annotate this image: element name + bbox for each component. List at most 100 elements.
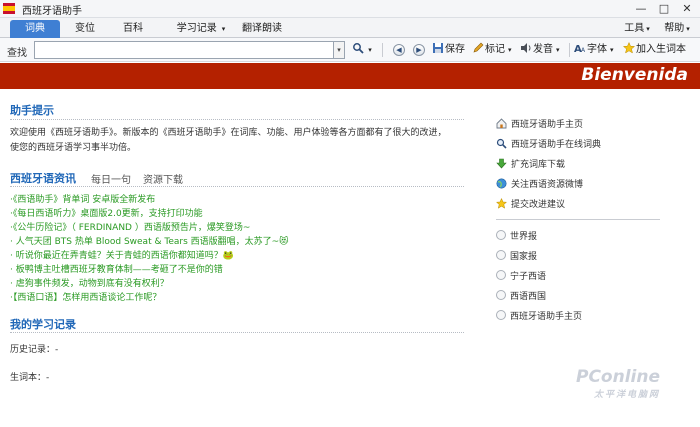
- maximize-button[interactable]: □: [653, 1, 675, 16]
- font-button[interactable]: A A 字体 ▾: [574, 42, 614, 58]
- tab-daily-sentence[interactable]: 每日一句: [91, 171, 131, 186]
- save-button[interactable]: 保存: [432, 42, 465, 58]
- link-label: 关注西语资源微博: [511, 180, 584, 190]
- add-vocab-label: 加入生词本: [636, 44, 686, 55]
- divider: [10, 119, 464, 120]
- option-label: 西班牙语助手主页: [510, 312, 583, 322]
- option-spanish-spain[interactable]: 西语西国: [496, 290, 546, 304]
- speaker-icon: [521, 43, 531, 53]
- option-el-mundo[interactable]: 世界报: [496, 230, 537, 244]
- tips-text: 欢迎使用《西班牙语助手》。新版本的《西班牙语助手》在词库、功能、用户体验等各方面…: [10, 126, 447, 156]
- pencil-icon: [473, 42, 484, 53]
- add-vocab-button[interactable]: 加入生词本: [623, 42, 686, 58]
- menu-bar: 词典 变位 百科 学习记录 ▾ 翻译朗读 工具 ▾ 帮助 ▾: [0, 18, 700, 38]
- link-online-dictionary[interactable]: 西班牙语助手在线词典: [496, 138, 601, 152]
- news-item[interactable]: · 人气天团 BTS 热单 Blood Sweat & Tears 西语版翻唱，…: [10, 235, 289, 249]
- window-title: 西班牙语助手: [22, 6, 82, 17]
- toolbar-divider: [382, 43, 383, 57]
- tab-label: 翻译朗读: [242, 23, 282, 34]
- minimize-button[interactable]: —: [630, 1, 652, 16]
- download-icon: [496, 158, 507, 169]
- toolbar-divider: [569, 43, 570, 57]
- welcome-banner: Bienvenida: [0, 63, 700, 89]
- tab-dictionary[interactable]: 词典: [10, 20, 60, 38]
- search-icon: [353, 43, 364, 54]
- chevron-down-icon: ▾: [508, 46, 512, 54]
- chevron-down-icon: ▾: [610, 46, 614, 54]
- tab-translate-read[interactable]: 翻译朗读: [240, 20, 284, 38]
- forward-button[interactable]: ▶: [413, 44, 425, 56]
- search-input[interactable]: [34, 41, 334, 59]
- mark-label: 标记: [485, 44, 505, 55]
- menu-help-label: 帮助: [664, 23, 685, 34]
- tab-conjugation[interactable]: 变位: [70, 20, 100, 38]
- radio-button[interactable]: [496, 290, 506, 300]
- option-assistant-home[interactable]: 西班牙语助手主页: [496, 310, 582, 324]
- radio-button[interactable]: [496, 230, 506, 240]
- tab-resource-download[interactable]: 资源下载: [143, 171, 183, 186]
- search-history-dropdown[interactable]: ▾: [334, 41, 345, 59]
- option-label: 西语西国: [510, 292, 547, 302]
- divider: [10, 186, 464, 187]
- tips-line: 欢迎使用《西班牙语助手》。新版本的《西班牙语助手》在词库、功能、用户体验等各方面…: [10, 128, 447, 138]
- home-icon: [496, 118, 507, 129]
- link-feedback[interactable]: 提交改进建议: [496, 198, 565, 212]
- radio-button[interactable]: [496, 250, 506, 260]
- close-button[interactable]: ✕: [676, 1, 698, 16]
- menu-tools-label: 工具: [624, 23, 645, 34]
- news-item[interactable]: ·《西语助手》背单词 安卓版全新发布: [10, 193, 155, 207]
- chevron-down-icon: ▾: [686, 25, 690, 33]
- option-label: 宁子西语: [510, 272, 547, 282]
- globe-icon: [496, 178, 507, 189]
- tab-label: 词典: [25, 23, 45, 34]
- main-content: 助手提示 欢迎使用《西班牙语助手》。新版本的《西班牙语助手》在词库、功能、用户体…: [0, 89, 700, 427]
- mark-button[interactable]: 标记 ▾: [472, 42, 512, 58]
- link-extend-download[interactable]: 扩充词库下载: [496, 158, 565, 172]
- pronounce-button[interactable]: 发音 ▾: [520, 42, 560, 58]
- search-icon: [496, 138, 507, 149]
- save-icon: [433, 43, 443, 53]
- menu-tools[interactable]: 工具 ▾: [622, 20, 652, 38]
- title-bar: 西班牙语助手 — □ ✕: [0, 0, 700, 18]
- star-icon: [623, 42, 635, 54]
- menu-help[interactable]: 帮助 ▾: [660, 20, 694, 38]
- news-item[interactable]: · 虐狗事件频发，动物到底有没有权利？: [10, 277, 169, 291]
- svg-text:A: A: [581, 47, 586, 54]
- news-item[interactable]: ·《每日西语听力》桌面版2.0更新，支持打印功能: [10, 207, 203, 221]
- toolbar: 查找 ▾ ▾ ◀ ▶ 保存 标记 ▾ 发音 ▾ A A 字体 ▾ 加入生词本: [0, 38, 700, 62]
- link-weibo[interactable]: 关注西语资源微博: [496, 178, 583, 192]
- tab-encyclopedia[interactable]: 百科: [118, 20, 148, 38]
- search-label: 查找: [7, 48, 27, 59]
- news-heading: 西班牙语资讯: [10, 172, 76, 185]
- tips-line: 使您的西班牙语学习事半功倍。: [10, 143, 137, 153]
- search-button[interactable]: ▾: [352, 42, 372, 58]
- chevron-down-icon: ▾: [221, 25, 226, 33]
- news-item[interactable]: ·《公牛历险记》（ FERDINAND ）西语版预告片，爆笑登场~: [10, 221, 250, 235]
- chevron-down-icon: ▾: [646, 25, 650, 33]
- news-item[interactable]: · 听说你最近在弄青蛙？关于青蛙的西语你都知道吗？🐸: [10, 249, 234, 263]
- star-icon: [496, 198, 507, 209]
- watermark-logo: PConline: [576, 367, 661, 387]
- radio-button[interactable]: [496, 310, 506, 320]
- option-el-pais[interactable]: 国家报: [496, 250, 537, 264]
- vocab-book: 生词本：-: [10, 373, 50, 383]
- tab-label: 百科: [123, 23, 143, 34]
- divider: [10, 332, 464, 333]
- chevron-down-icon: ▾: [556, 46, 560, 54]
- tab-study-records[interactable]: 学习记录 ▾: [170, 20, 232, 38]
- option-ningzi-spanish[interactable]: 宁子西语: [496, 270, 546, 284]
- link-label: 提交改进建议: [511, 200, 566, 210]
- spain-flag-icon: [3, 3, 15, 14]
- font-label: 字体: [587, 44, 607, 55]
- link-label: 西班牙语助手在线词典: [511, 140, 602, 150]
- link-homepage[interactable]: 西班牙语助手主页: [496, 118, 583, 132]
- news-item[interactable]: ·【西语口语】怎样用西语谈论工作呢？: [10, 291, 161, 305]
- history-record: 历史记录：-: [10, 345, 59, 355]
- news-item[interactable]: · 板鸭博主吐槽西班牙教育体制——考砸了不是你的错: [10, 263, 223, 277]
- option-label: 国家报: [510, 252, 538, 262]
- radio-button[interactable]: [496, 270, 506, 280]
- back-button[interactable]: ◀: [393, 44, 405, 56]
- side-divider: [496, 219, 660, 220]
- study-records-heading: 我的学习记录: [10, 318, 76, 331]
- tab-label: 变位: [75, 23, 95, 34]
